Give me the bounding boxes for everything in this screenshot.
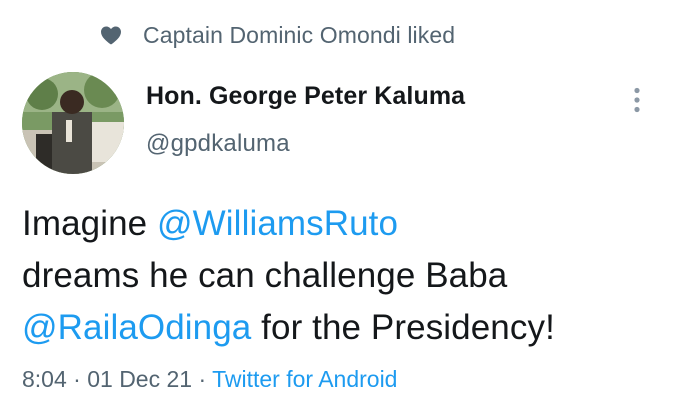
tweet-text-segment: for the Presidency! [251, 308, 555, 347]
mention-link[interactable]: @RailaOdinga [22, 308, 251, 347]
meta-separator: · [66, 366, 88, 392]
author-handle[interactable]: @gpdkaluma [146, 130, 290, 158]
social-context-text[interactable]: Captain Dominic Omondi liked [143, 22, 455, 49]
heart-icon [100, 25, 122, 45]
tweet-text-segment: Imagine [22, 204, 158, 243]
tweet-meta: 8:04 · 01 Dec 21 · Twitter for Android [22, 366, 397, 393]
tweet-date: 01 Dec 21 [87, 366, 193, 392]
vertical-ellipsis-icon [633, 87, 641, 118]
tweet-line-2: dreams he can challenge Baba [22, 256, 508, 295]
avatar[interactable] [22, 72, 124, 174]
author-name[interactable]: Hon. George Peter Kaluma [146, 82, 465, 111]
social-context: Captain Dominic Omondi liked [100, 18, 455, 52]
tweet-line-1: Imagine @WilliamsRuto [22, 198, 662, 250]
more-options-button[interactable] [624, 86, 650, 118]
tweet-text: Imagine @WilliamsRuto dreams he can chal… [22, 198, 662, 354]
mention-link[interactable]: @WilliamsRuto [157, 204, 398, 243]
tweet-time: 8:04 [22, 366, 67, 392]
tweet-line-3: @RailaOdinga for the Presidency! [22, 302, 662, 354]
meta-separator: · [192, 366, 213, 392]
tweet-source-link[interactable]: Twitter for Android [212, 366, 397, 392]
